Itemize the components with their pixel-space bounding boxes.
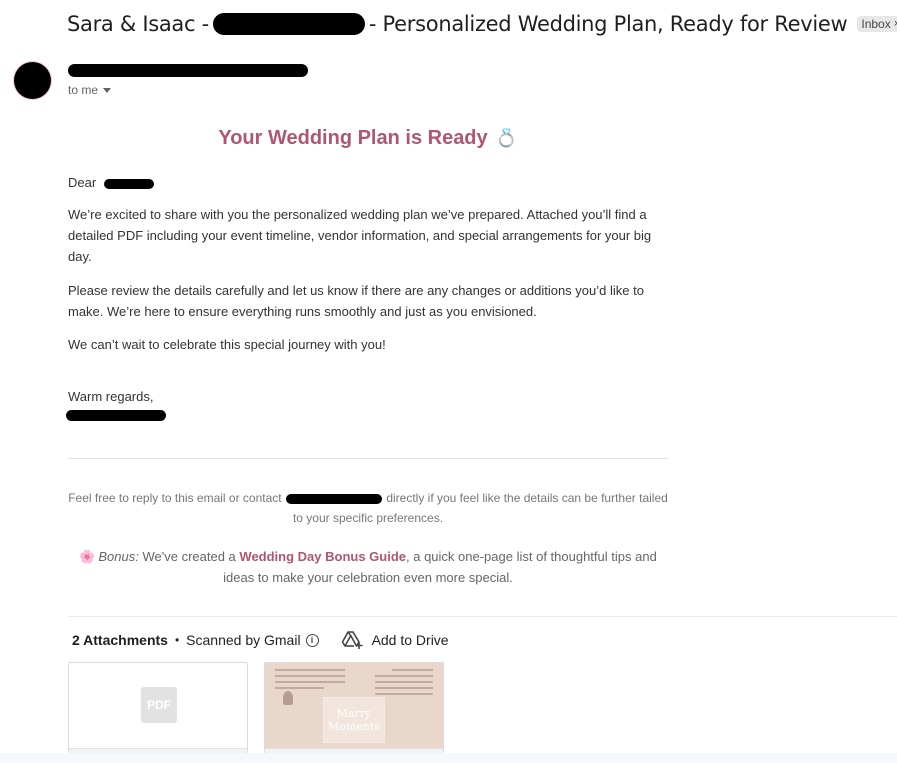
subject-end: - Personalized Wedding Plan, Ready for R… <box>368 12 848 36</box>
subject-redaction <box>212 13 365 35</box>
greeting: Dear <box>68 172 668 193</box>
recipient-details-toggle[interactable]: to me <box>68 83 112 97</box>
attachments-divider <box>68 616 897 617</box>
recipient-label: to me <box>68 83 99 97</box>
bonus-before: We've created a <box>142 549 236 564</box>
thumbnail-title-line-1: Marry <box>336 707 372 720</box>
body-paragraph-3: We can’t wait to celebrate this special … <box>68 337 386 352</box>
bonus-note: 🌸 Bonus: We've created a Wedding Day Bonu… <box>68 546 668 588</box>
bonus-label: Bonus: <box>98 549 139 564</box>
chevron-down-icon[interactable] <box>103 87 112 93</box>
thumbnail-title-line-2: Moments <box>328 720 380 733</box>
contact-before: Feel free to reply to this email or cont… <box>68 491 282 505</box>
thumbnail-text-lines-right <box>375 669 433 699</box>
scanned-label: Scanned by Gmail <box>186 632 301 648</box>
recipient-name-redaction <box>103 178 154 189</box>
info-icon[interactable]: i <box>305 633 319 647</box>
thumbnail-text-lines <box>275 669 345 693</box>
inbox-label-text: Inbox <box>861 17 891 31</box>
email-heading-text: Your Wedding Plan is Ready <box>218 127 488 149</box>
attachment-pdf-card[interactable]: PDF <box>68 662 248 763</box>
cherry-blossom-icon: 🌸 <box>79 549 96 564</box>
body-paragraph-1: We’re excited to share with you the pers… <box>68 207 652 264</box>
bonus-guide-link[interactable]: Wedding Day Bonus Guide <box>239 549 406 564</box>
attachments-count: 2 Attachments <box>72 632 168 648</box>
ring-icon: 💍 <box>495 128 518 148</box>
separator-dot: • <box>174 633 180 647</box>
signature-redaction <box>66 410 166 421</box>
sender-redaction <box>68 64 308 77</box>
bottom-edge <box>0 753 897 763</box>
subject-start: Sara & Isaac - <box>67 12 209 36</box>
email-view: Sara & Isaac - - Personalized Wedding Pl… <box>0 0 897 763</box>
divider <box>68 458 668 459</box>
greeting-text: Dear <box>68 175 97 190</box>
thumbnail-logo-box: Marry Moments <box>323 697 385 743</box>
add-to-drive-button[interactable]: Add to Drive <box>341 630 449 650</box>
footer-contact-note: Feel free to reply to this email or cont… <box>68 488 668 528</box>
pdf-icon: PDF <box>141 687 177 723</box>
add-to-drive-label: Add to Drive <box>371 632 449 648</box>
closing: Warm regards, <box>68 389 154 404</box>
inbox-label-chip[interactable]: Inbox × <box>857 16 897 32</box>
attachment-image-card[interactable]: Marry Moments <box>264 662 444 763</box>
body-paragraph-2: Please review the details carefully and … <box>68 283 644 319</box>
tree-illustration-icon <box>283 691 293 705</box>
attachments-header: 2 Attachments • Scanned by Gmail i Add t… <box>72 630 449 650</box>
drive-add-icon <box>341 631 363 649</box>
sender-avatar[interactable] <box>14 62 51 99</box>
email-heading: Your Wedding Plan is Ready 💍 <box>68 127 668 150</box>
email-subject: Sara & Isaac - - Personalized Wedding Pl… <box>67 12 897 36</box>
contact-redaction <box>285 493 382 504</box>
